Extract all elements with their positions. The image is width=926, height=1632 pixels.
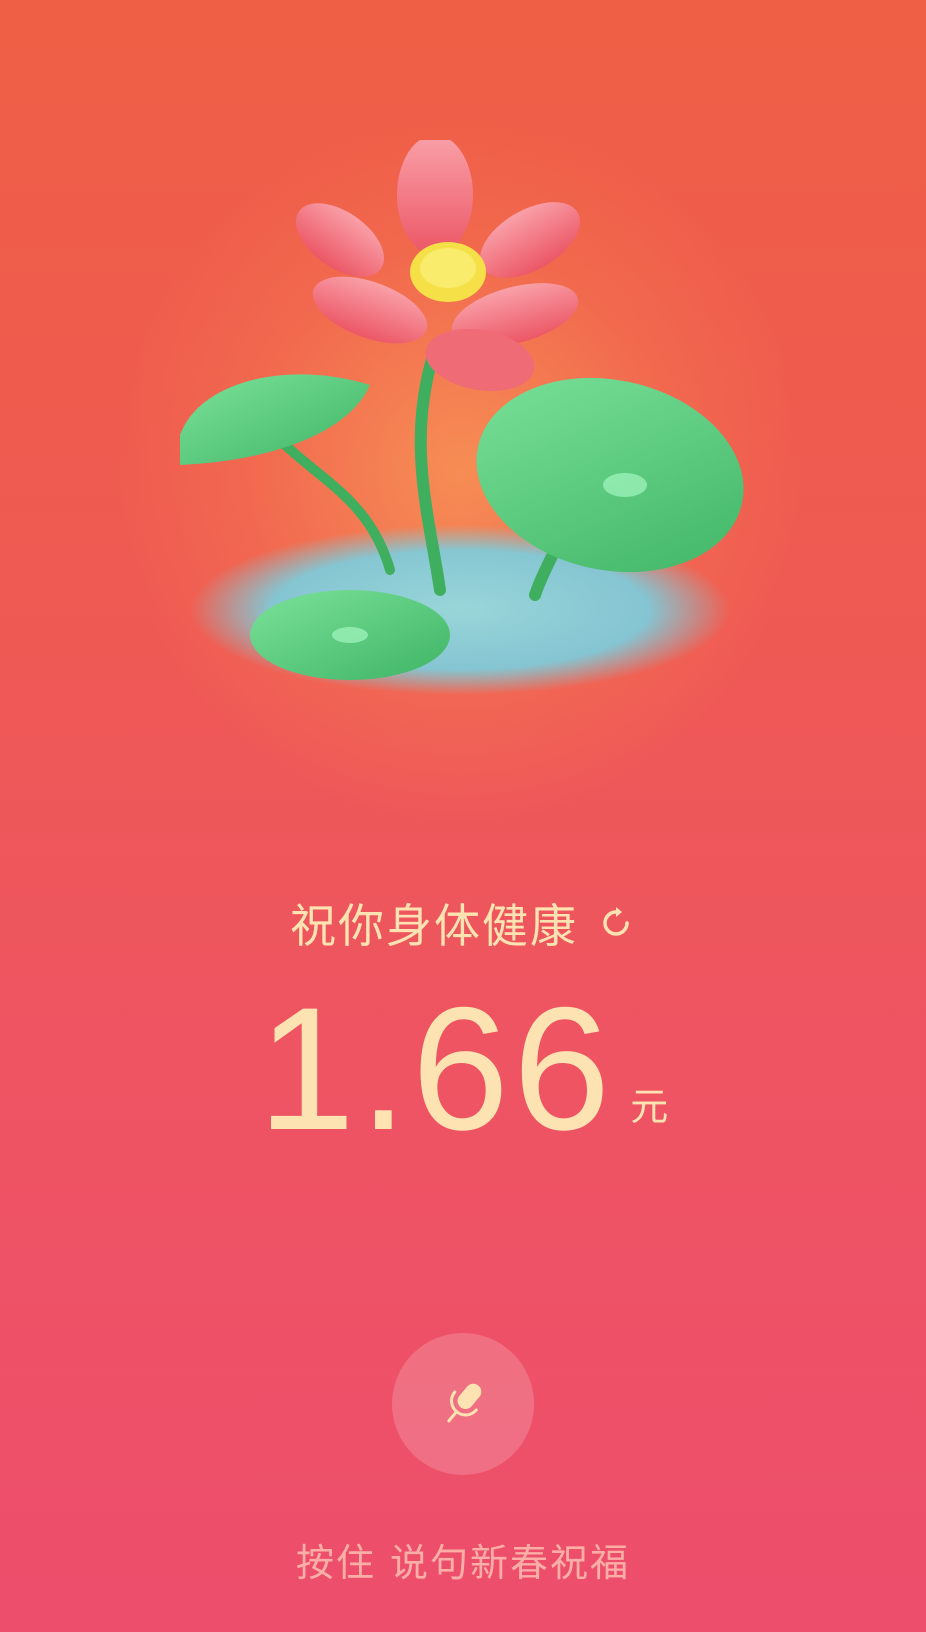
voice-record-button[interactable] bbox=[392, 1333, 534, 1475]
amount-value: 1.66 bbox=[257, 972, 615, 1167]
blessing-text: 祝你身体健康 bbox=[290, 899, 578, 953]
currency-unit: 元 bbox=[630, 1085, 669, 1129]
lotus-pond-image bbox=[180, 135, 744, 695]
amount-row: 1.66 元 bbox=[0, 972, 926, 1167]
microphone-icon bbox=[447, 1383, 482, 1423]
refresh-icon[interactable] bbox=[596, 903, 636, 943]
blessing-row: 祝你身体健康 bbox=[0, 890, 926, 956]
voice-hint-text: 按住 说句新春祝福 bbox=[295, 1541, 631, 1585]
lotus-pond-illustration bbox=[170, 135, 770, 740]
